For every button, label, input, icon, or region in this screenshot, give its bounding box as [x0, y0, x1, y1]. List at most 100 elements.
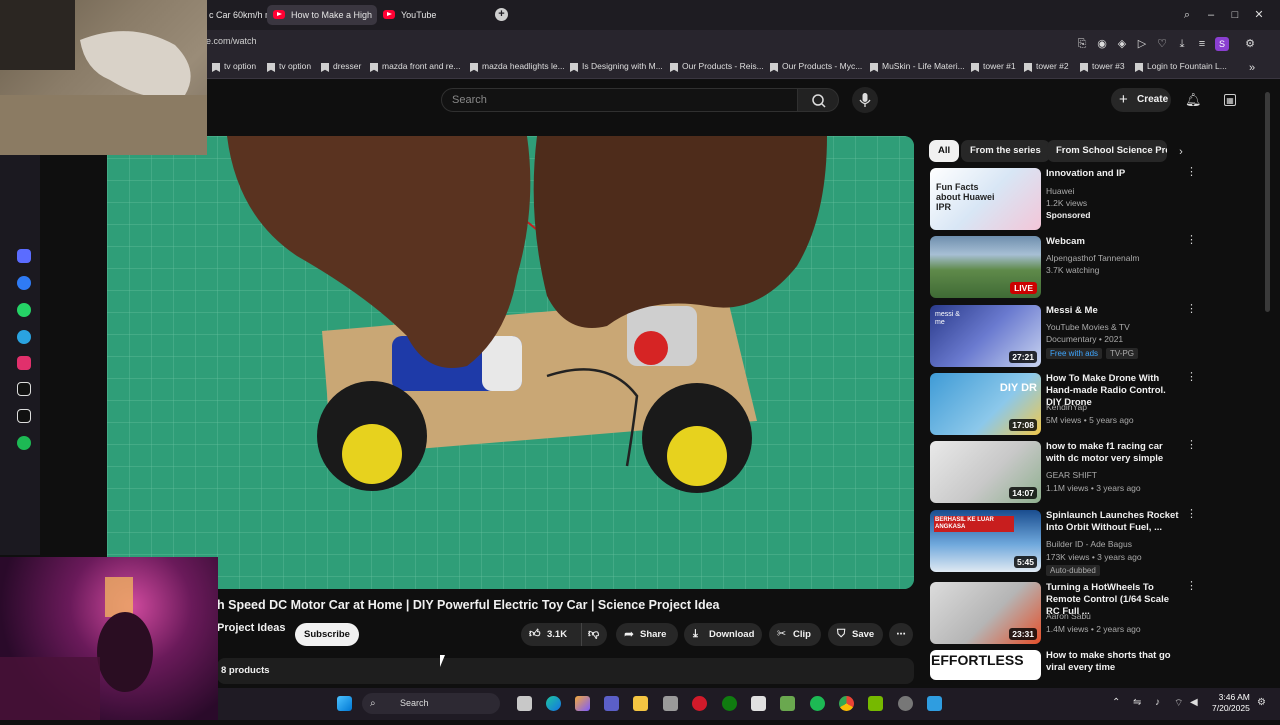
taskbar-search[interactable]: ⌕ Search — [362, 693, 500, 714]
bookmark-item[interactable]: Our Products - Myc... — [770, 61, 862, 71]
chip-from-series[interactable]: From the series — [961, 140, 1050, 162]
telegram-icon[interactable] — [17, 330, 31, 344]
recommendation-channel[interactable]: Aaron Sabu — [1046, 611, 1091, 621]
app-icon[interactable] — [898, 696, 913, 711]
favorite-icon[interactable]: ♡ — [1156, 38, 1168, 50]
xbox-icon[interactable] — [722, 696, 737, 711]
recommendation-item[interactable]: EFFORTLESS How to make shorts that go vi… — [930, 650, 1190, 680]
video-player[interactable] — [107, 136, 914, 589]
search-tabs-icon[interactable]: ⌕ — [1181, 9, 1193, 21]
bookmarks-overflow-icon[interactable]: » — [1246, 62, 1258, 74]
download-icon[interactable]: ⤓ — [1176, 38, 1188, 50]
recommendation-title[interactable]: how to make f1 racing car with dc motor … — [1046, 441, 1181, 465]
search-button[interactable] — [797, 88, 839, 112]
recommendation-item[interactable]: BERHASIL KE LUAR ANGKASA 5:45 Spinlaunch… — [930, 509, 1197, 576]
store-icon[interactable] — [751, 696, 766, 711]
settings-icon[interactable]: ⚙ — [1244, 38, 1256, 50]
play-icon[interactable]: ▷ — [1136, 38, 1148, 50]
x-icon[interactable] — [17, 409, 31, 423]
bookmark-item[interactable]: tv option — [267, 61, 311, 71]
bookmark-item[interactable]: tower #1 — [971, 61, 1016, 71]
more-vertical-icon[interactable]: ⋮ — [1186, 372, 1197, 383]
more-vertical-icon[interactable]: ⋮ — [1186, 509, 1197, 520]
more-vertical-icon[interactable]: ⋮ — [1186, 650, 1190, 660]
recommendation-item[interactable]: LIVE Webcam Alpengasthof Tannenalm 3.7K … — [930, 235, 1197, 300]
save-button[interactable]: ⛉ Save — [828, 623, 883, 646]
bookmark-item[interactable]: dresser — [321, 61, 361, 71]
subscribe-button[interactable]: Subscribe — [295, 623, 359, 646]
messenger-icon[interactable] — [17, 276, 31, 290]
chevron-up-icon[interactable]: ⌃ — [1112, 697, 1120, 708]
app-icon[interactable] — [663, 696, 678, 711]
copilot-icon[interactable] — [17, 249, 31, 263]
recommendation-item[interactable]: 14:07 how to make f1 racing car with dc … — [930, 440, 1197, 505]
recommendation-title[interactable]: Webcam — [1046, 236, 1181, 248]
clip-button[interactable]: ✂ Clip — [769, 623, 821, 646]
like-button[interactable]: 👍︎ 3.1K — [521, 623, 581, 646]
copilot-taskbar-icon[interactable] — [575, 696, 590, 711]
clock[interactable]: 3:46 AM 7/20/2025 — [1212, 692, 1250, 714]
recommendation-channel[interactable]: Builder ID - Ade Bagus — [1046, 539, 1132, 549]
video-thumbnail[interactable]: 23:31 — [930, 582, 1041, 644]
close-icon[interactable]: ✕ — [1253, 9, 1265, 21]
teams-icon[interactable] — [604, 696, 619, 711]
recommendation-title[interactable]: How to make shorts that go viral every t… — [1046, 650, 1181, 674]
more-vertical-icon[interactable]: ⋮ — [1186, 440, 1197, 451]
video-thumbnail[interactable]: messi & me 27:21 — [930, 305, 1041, 367]
page-scrollbar[interactable] — [1265, 92, 1270, 312]
extension-icon[interactable]: ◈ — [1116, 38, 1128, 50]
more-vertical-icon[interactable]: ⋮ — [1186, 304, 1197, 315]
url-field[interactable]: e.com/watch — [206, 36, 257, 46]
dislike-button[interactable]: 👎︎ — [581, 623, 607, 646]
start-button[interactable] — [337, 696, 352, 711]
bookmark-item[interactable]: MuSkin - Life Materi... — [870, 61, 965, 71]
volume-icon[interactable]: ◀ — [1190, 697, 1198, 708]
recommendation-item[interactable]: Fun Facts about Huawei IPR Innovation an… — [930, 167, 1197, 232]
notifications-icon[interactable]: 🔔︎ — [1185, 93, 1202, 106]
bookmark-item[interactable]: Is Designing with M... — [570, 61, 663, 71]
chevron-right-icon[interactable]: › — [1175, 146, 1187, 158]
instagram-icon[interactable] — [17, 356, 31, 370]
recommendation-item[interactable]: 23:31 Turning a HotWheels To Remote Cont… — [930, 581, 1197, 646]
microphone-icon[interactable]: ♪ — [1155, 697, 1160, 708]
chrome-icon[interactable] — [839, 696, 854, 711]
recommendation-item[interactable]: messi & me 27:21 Messi & Me YouTube Movi… — [930, 304, 1197, 369]
recommendation-channel[interactable]: YouTube Movies & TV — [1046, 322, 1130, 332]
maximize-icon[interactable]: □ — [1229, 9, 1241, 21]
recommendation-title[interactable]: Spinlaunch Launches Rocket Into Orbit Wi… — [1046, 510, 1181, 534]
bookmark-item[interactable]: mazda headlights le... — [470, 61, 565, 71]
new-tab-button[interactable]: + — [495, 8, 508, 21]
recommendation-channel[interactable]: GEAR SHIFT — [1046, 470, 1097, 480]
browser-tab[interactable]: c Car 60km/h m — [205, 5, 267, 25]
recommendation-title[interactable]: Innovation and IP — [1046, 168, 1181, 180]
bookmark-item[interactable]: mazda front and re... — [370, 61, 460, 71]
nvidia-icon[interactable] — [868, 696, 883, 711]
spotify-icon[interactable] — [17, 436, 31, 450]
bookmark-item[interactable]: tower #2 — [1024, 61, 1069, 71]
network-icon[interactable]: ⇋ — [1133, 697, 1141, 708]
minecraft-icon[interactable] — [780, 696, 795, 711]
recommendation-channel[interactable]: Alpengasthof Tannenalm — [1046, 253, 1139, 263]
more-vertical-icon[interactable]: ⋮ — [1186, 581, 1197, 592]
profile-avatar[interactable]: S — [1215, 37, 1229, 51]
task-view-icon[interactable] — [517, 696, 532, 711]
recommendation-item[interactable]: DIY DR 17:08 How To Make Drone With Hand… — [930, 372, 1197, 437]
browser-tab-active[interactable]: How to Make a High — [267, 5, 377, 25]
spotify-taskbar-icon[interactable] — [810, 696, 825, 711]
wifi-icon[interactable]: ⌔ — [1174, 697, 1183, 710]
recommendation-channel[interactable]: Huawei — [1046, 186, 1074, 196]
video-thumbnail[interactable]: BERHASIL KE LUAR ANGKASA 5:45 — [930, 510, 1041, 572]
bookmark-item[interactable]: tv option — [212, 61, 256, 71]
tiktok-icon[interactable] — [17, 382, 31, 396]
bookmark-item[interactable]: Our Products - Reis... — [670, 61, 764, 71]
notification-bell-icon[interactable]: ⚙ — [1257, 697, 1266, 708]
video-thumbnail[interactable]: EFFORTLESS — [930, 650, 1041, 680]
more-vertical-icon[interactable]: ⋮ — [1186, 167, 1197, 178]
video-thumbnail[interactable]: DIY DR 17:08 — [930, 373, 1041, 435]
video-thumbnail[interactable]: Fun Facts about Huawei IPR — [930, 168, 1041, 230]
screenshot-icon[interactable]: ◉ — [1096, 38, 1108, 50]
file-explorer-icon[interactable] — [633, 696, 648, 711]
recommendation-title[interactable]: Messi & Me — [1046, 305, 1181, 317]
edge-icon[interactable] — [546, 696, 561, 711]
minimize-icon[interactable]: – — [1205, 9, 1217, 21]
